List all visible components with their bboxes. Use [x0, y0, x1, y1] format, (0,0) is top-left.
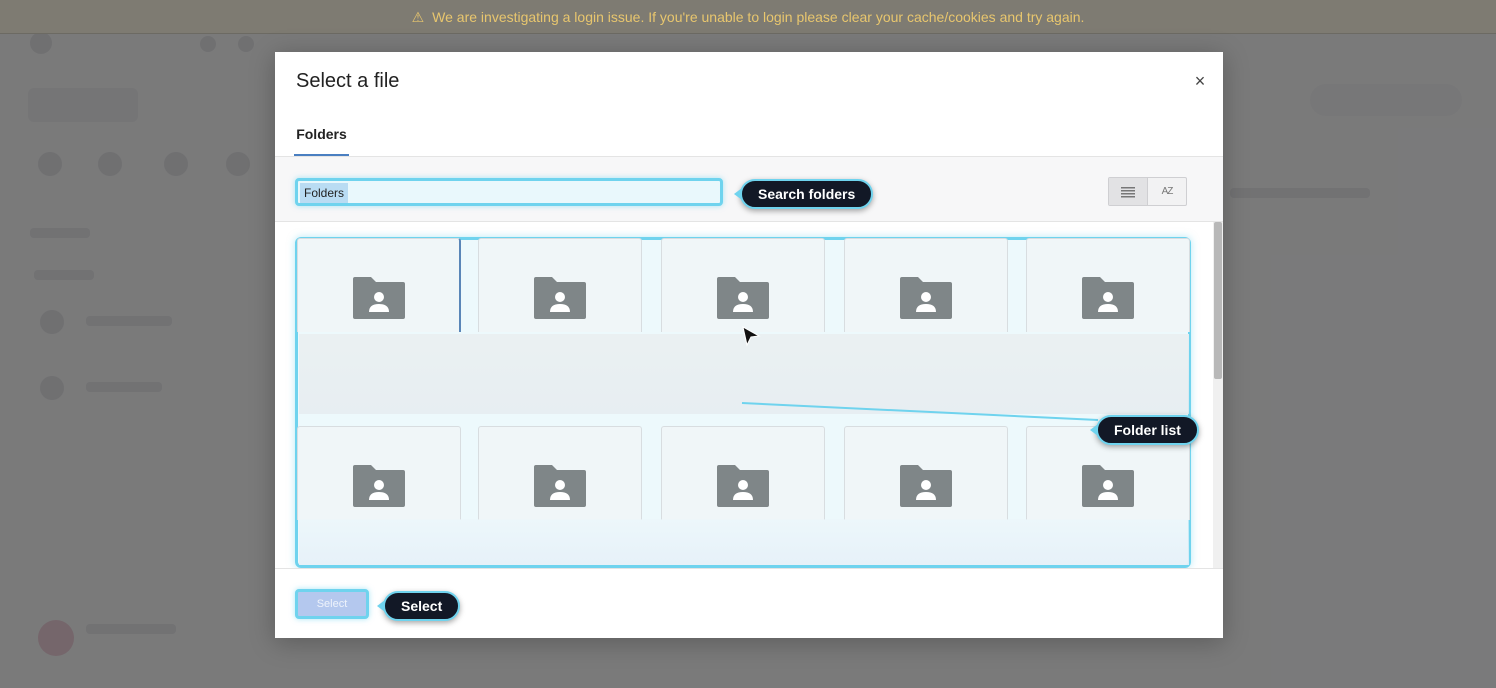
banner-text: We are investigating a login issue. If y…	[432, 8, 1085, 25]
folder-card[interactable]	[661, 426, 825, 520]
warning-icon: ⚠	[411, 8, 425, 25]
folder-card[interactable]	[478, 238, 642, 332]
select-button[interactable]: Select	[295, 589, 369, 619]
shared-folder-icon	[900, 277, 952, 319]
search-folders-field[interactable]	[295, 178, 723, 206]
dialog-tabs: Folders	[275, 114, 1223, 157]
callout-search-folders: Search folders	[740, 179, 874, 209]
search-input[interactable]	[300, 183, 348, 203]
shared-folder-icon	[1082, 277, 1134, 319]
folder-card[interactable]	[844, 238, 1008, 332]
shared-folder-icon	[534, 277, 586, 319]
folder-card[interactable]	[661, 238, 825, 332]
scrollbar[interactable]	[1213, 222, 1223, 568]
dialog-title: Select a file	[296, 70, 400, 92]
shared-folder-icon	[534, 465, 586, 507]
sort-az-icon[interactable]: AZ	[1147, 178, 1186, 205]
shared-folder-icon	[353, 465, 405, 507]
shared-folder-icon	[1082, 465, 1134, 507]
callout-select: Select	[383, 591, 461, 621]
folder-card[interactable]	[1026, 238, 1190, 332]
scrollbar-thumb[interactable]	[1214, 222, 1222, 379]
mouse-cursor-icon	[742, 326, 761, 347]
folder-card[interactable]	[297, 426, 461, 520]
shared-folder-icon	[717, 465, 769, 507]
loading-placeholder	[299, 519, 1189, 565]
folder-card[interactable]	[478, 426, 642, 520]
shared-folder-icon	[717, 277, 769, 319]
list-view-icon[interactable]	[1109, 178, 1147, 205]
view-toggle: AZ	[1108, 177, 1187, 206]
shared-folder-icon	[900, 465, 952, 507]
close-icon[interactable]: ×	[1191, 71, 1209, 91]
folder-card[interactable]	[297, 238, 461, 332]
folder-grid-area	[275, 222, 1223, 568]
shared-folder-icon	[352, 277, 405, 319]
callout-folder-list: Folder list	[1096, 415, 1199, 445]
announcement-banner: ⚠ We are investigating a login issue. If…	[0, 0, 1496, 34]
tab-folders[interactable]: Folders	[294, 114, 349, 156]
sort-label: AZ	[1161, 186, 1174, 197]
folder-card[interactable]	[844, 426, 1008, 520]
